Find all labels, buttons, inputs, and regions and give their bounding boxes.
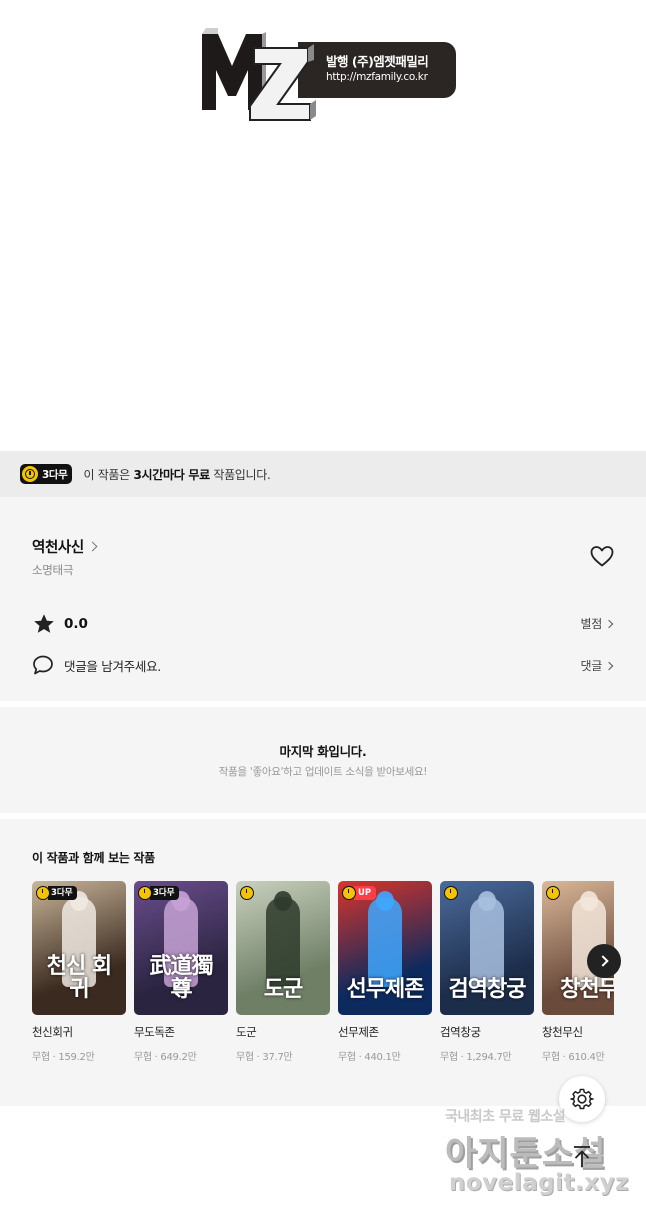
last-episode-title: 마지막 화입니다. — [279, 744, 367, 759]
recommendations-section: 이 작품과 함께 보는 작품 천신 회귀 3다무 천신회귀 무협 · 159.2… — [0, 819, 646, 1106]
rec-cover-title: 검역창궁 — [448, 975, 527, 1002]
chevron-right-icon — [596, 955, 609, 967]
comment-prompt-text: 댓글을 남겨주세요. — [64, 658, 161, 674]
watermark-line1: 국내최초 무료 웹소설 — [445, 1109, 566, 1125]
clock-icon — [240, 886, 254, 900]
comment-input-prompt[interactable]: 댓글을 남겨주세요. — [32, 654, 161, 676]
rec-cover-title: 武道獨尊 — [149, 952, 213, 1002]
comments-label: 댓글 — [580, 659, 603, 673]
rec-meta: 무협 · 1,294.7만 — [440, 1052, 512, 1063]
rec-title: 검역창궁 — [440, 1025, 481, 1039]
clock-icon — [342, 886, 356, 900]
work-author: 소명태극 — [32, 563, 74, 577]
rec-title: 무도독존 — [134, 1025, 175, 1039]
clock-icon — [444, 886, 458, 900]
cover-figure-head — [376, 891, 394, 911]
cover-figure-head — [478, 891, 496, 911]
rec-cover-title: 선무제존 — [346, 975, 425, 1002]
chevron-right-icon — [87, 541, 98, 552]
work-title: 역천사신 — [32, 540, 84, 556]
rec-badge — [546, 885, 560, 901]
free-text-before: 이 작품은 — [83, 467, 134, 482]
watermark-line3: novelagit.xyz — [449, 1170, 629, 1196]
comment-icon — [33, 655, 53, 675]
rec-badge — [240, 885, 254, 901]
scroll-to-top-button[interactable] — [559, 1134, 605, 1180]
work-info-panel: 역천사신 소명태극 0.0 별점 댓글을 남겨주세요. 댓글 — [0, 497, 646, 701]
free-every-3-hours-banner: 3다무 이 작품은 3시간마다 무료 작품입니다. — [0, 451, 646, 497]
rec-badge: 3다무 — [36, 885, 77, 901]
last-episode-subtitle: 작품을 '좋아요'하고 업데이트 소식을 받아보세요! — [218, 766, 428, 778]
rating-value: 0.0 — [64, 616, 88, 632]
publisher-logo-area: 발행 (주)엠젯패밀리 http://mzfamily.co.kr — [0, 0, 646, 450]
free-text-bold: 3시간마다 무료 — [133, 467, 210, 482]
rec-title: 창천무신 — [542, 1025, 583, 1039]
rec-badge: 3다무 — [138, 885, 179, 901]
recommendation-card[interactable]: 창천무 창천무신 무협 · 610.4만 — [542, 881, 614, 1081]
rec-cover-image[interactable]: 천신 회귀 3다무 — [32, 881, 126, 1015]
settings-button[interactable] — [559, 1076, 605, 1122]
rec-cover-image[interactable]: 선무제존 UP — [338, 881, 432, 1015]
recommendation-card[interactable]: 천신 회귀 3다무 천신회귀 무협 · 159.2만 — [32, 881, 126, 1081]
rec-badge-label: UP — [354, 886, 377, 900]
clock-icon — [22, 466, 38, 482]
cover-figure-head — [274, 891, 292, 911]
free-banner-text: 이 작품은 3시간마다 무료 작품입니다. — [83, 466, 270, 483]
rec-cover-title: 창천무 — [560, 975, 614, 1002]
rec-badge — [444, 885, 458, 901]
heart-icon[interactable] — [589, 544, 615, 568]
comments-button[interactable]: 댓글 — [580, 657, 614, 674]
rec-title: 도군 — [236, 1025, 257, 1039]
recommendation-card[interactable]: 검역창궁 검역창궁 무협 · 1,294.7만 — [440, 881, 534, 1081]
site-watermark: 국내최초 무료 웹소설 아지툰소설 novelagit.xyz — [445, 1106, 645, 1206]
carousel-next-button[interactable] — [587, 944, 621, 978]
clock-icon — [546, 886, 560, 900]
rec-cover-title: 천신 회귀 — [46, 952, 112, 1002]
work-title-link[interactable]: 역천사신 — [32, 536, 98, 557]
rec-meta: 무협 · 610.4만 — [542, 1052, 605, 1063]
recommendations-heading: 이 작품과 함께 보는 작품 — [32, 851, 155, 865]
rec-cover-title: 도군 — [263, 975, 303, 1002]
recommendations-carousel[interactable]: 천신 회귀 3다무 천신회귀 무협 · 159.2만 武道獨尊 3다무 무도독존… — [32, 881, 614, 1081]
star-icon — [34, 614, 54, 633]
cover-figure-head — [580, 891, 598, 911]
recommendation-card[interactable]: 武道獨尊 3다무 무도독존 무협 · 649.2만 — [134, 881, 228, 1081]
publisher-name: 발행 (주)엠젯패밀리 — [326, 54, 429, 69]
chevron-right-icon — [604, 619, 614, 628]
rec-meta: 무협 · 37.7만 — [236, 1052, 293, 1063]
publisher-url: http://mzfamily.co.kr — [326, 71, 428, 83]
badge-label: 3다무 — [42, 468, 68, 481]
recommendation-card[interactable]: 도군 도군 무협 · 37.7만 — [236, 881, 330, 1081]
rec-title: 선무제존 — [338, 1025, 379, 1039]
rec-badge-label: 3다무 — [48, 886, 77, 900]
rec-meta: 무협 · 440.1만 — [338, 1052, 401, 1063]
chevron-right-icon — [604, 661, 614, 670]
rate-button[interactable]: 별점 — [580, 615, 614, 632]
rate-label: 별점 — [580, 617, 603, 631]
rec-meta: 무협 · 649.2만 — [134, 1052, 197, 1063]
rec-cover-image[interactable]: 도군 — [236, 881, 330, 1015]
rec-cover-image[interactable]: 武道獨尊 3다무 — [134, 881, 228, 1015]
rating-display: 0.0 — [32, 612, 88, 636]
rec-title: 천신회귀 — [32, 1025, 73, 1039]
rec-cover-image[interactable]: 검역창궁 — [440, 881, 534, 1015]
arrow-up-icon — [574, 1146, 590, 1167]
rec-badge: UP — [342, 885, 377, 901]
gear-icon — [570, 1088, 594, 1110]
rec-meta: 무협 · 159.2만 — [32, 1052, 95, 1063]
free-text-after: 작품입니다. — [209, 467, 271, 482]
clock-icon — [36, 886, 50, 900]
mz-logo-icon — [202, 28, 316, 121]
clock-icon — [138, 886, 152, 900]
rec-badge-label: 3다무 — [150, 886, 179, 900]
last-episode-notice: 마지막 화입니다. 작품을 '좋아요'하고 업데이트 소식을 받아보세요! — [0, 707, 646, 813]
3-hours-free-badge: 3다무 — [20, 464, 73, 484]
recommendation-card[interactable]: 선무제존 UP 선무제존 무협 · 440.1만 — [338, 881, 432, 1081]
